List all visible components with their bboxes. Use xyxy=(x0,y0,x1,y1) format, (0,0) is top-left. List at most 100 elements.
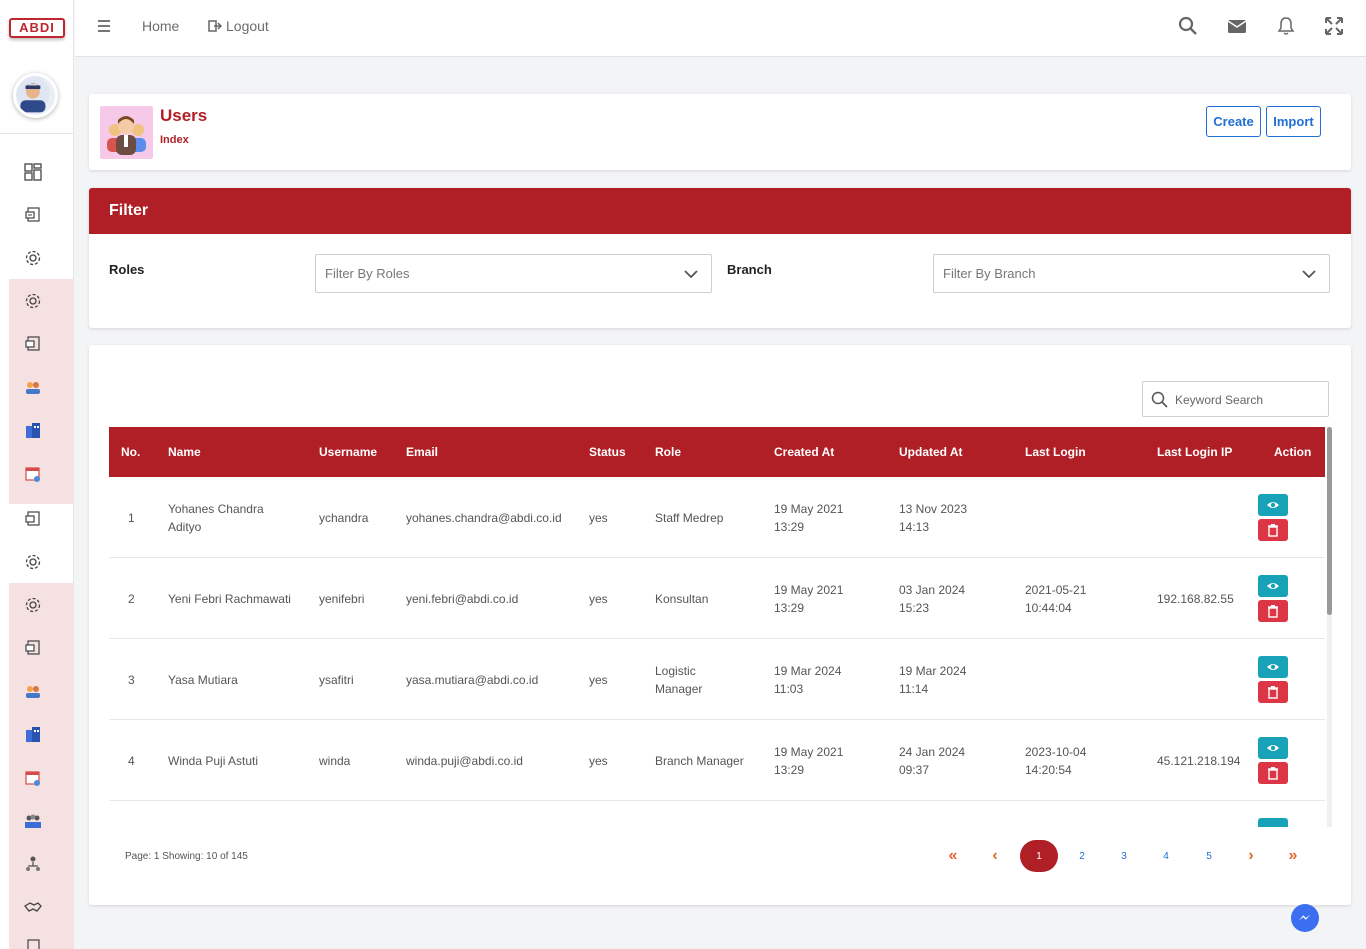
eye-icon xyxy=(1267,745,1279,751)
gear-icon[interactable] xyxy=(22,290,44,312)
page-button[interactable]: 3 xyxy=(1116,840,1132,872)
paging-info: Page: 1 Showing: 10 of 145 xyxy=(125,851,248,862)
updated-at: 19 Mar 2024 11:14 xyxy=(899,664,967,696)
table-row: 4 Winda Puji Astuti winda winda.puji@abd… xyxy=(109,720,1325,801)
calendar-icon[interactable] xyxy=(22,767,44,789)
column-header[interactable]: Name xyxy=(168,445,201,459)
logout-icon xyxy=(208,20,222,32)
document-icon[interactable] xyxy=(22,508,44,530)
user-username: yenifebri xyxy=(319,592,365,606)
trash-icon xyxy=(1268,686,1278,699)
prev-page-button[interactable]: ‹ xyxy=(986,840,1004,872)
gear-icon[interactable] xyxy=(22,247,44,269)
handshake-icon[interactable] xyxy=(22,896,44,918)
building-icon[interactable] xyxy=(22,419,44,441)
column-header[interactable]: Created At xyxy=(774,445,834,459)
bell-icon[interactable] xyxy=(1276,16,1296,36)
user-name: Winda Puji Astuti xyxy=(168,754,259,768)
user-role: Konsultan xyxy=(655,592,709,606)
org-icon[interactable] xyxy=(22,853,44,875)
created-at: 19 May 2021 13:29 xyxy=(774,502,844,534)
row-number: 2 xyxy=(128,592,135,606)
view-button[interactable] xyxy=(1258,818,1288,827)
mail-icon[interactable] xyxy=(1227,16,1247,36)
create-button[interactable]: Create xyxy=(1206,106,1261,137)
view-button[interactable] xyxy=(1258,494,1288,516)
user-username: ychandra xyxy=(319,511,369,525)
last-login-ip: 45.121.218.194 xyxy=(1157,754,1241,768)
last-page-button[interactable]: » xyxy=(1282,840,1304,872)
user-status: yes xyxy=(589,511,608,525)
building-icon[interactable] xyxy=(22,723,44,745)
page-button[interactable]: 2 xyxy=(1074,840,1090,872)
user-avatar[interactable] xyxy=(13,73,58,118)
view-button[interactable] xyxy=(1258,575,1288,597)
last-login: 2023-10-04 14:20:54 xyxy=(1025,745,1087,777)
gear-icon[interactable] xyxy=(22,551,44,573)
search-icon[interactable] xyxy=(1178,16,1198,36)
column-header: Action xyxy=(1274,445,1312,459)
import-button[interactable]: Import xyxy=(1266,106,1321,137)
user-email: winda.puji@abdi.co.id xyxy=(406,754,523,768)
delete-button[interactable] xyxy=(1258,600,1288,622)
next-page-button[interactable]: › xyxy=(1242,840,1260,872)
created-at: 19 May 2021 13:29 xyxy=(774,745,844,777)
user-status: yes xyxy=(589,673,608,687)
branch-select[interactable]: Filter By Branch xyxy=(933,254,1330,293)
dashboard-icon[interactable] xyxy=(22,161,44,183)
home-link[interactable]: Home xyxy=(142,18,179,34)
row-number: 4 xyxy=(128,754,135,768)
user-status: yes xyxy=(589,592,608,606)
column-header[interactable]: Last Login xyxy=(1025,445,1086,459)
page-button[interactable]: 5 xyxy=(1201,840,1217,872)
user-role: Branch Manager xyxy=(655,754,744,768)
fullscreen-icon[interactable] xyxy=(1324,16,1344,36)
delete-button[interactable] xyxy=(1258,762,1288,784)
trash-icon xyxy=(1268,524,1278,537)
sidebar-divider xyxy=(0,133,74,134)
chevron-down-icon xyxy=(1302,270,1316,279)
document-icon[interactable] xyxy=(22,936,44,949)
page-title: Users xyxy=(160,106,208,125)
table-row: 2 Yeni Febri Rachmawati yenifebri yeni.f… xyxy=(109,558,1325,639)
messenger-icon[interactable] xyxy=(1291,904,1319,932)
column-header[interactable]: Email xyxy=(406,445,438,459)
logout-label: Logout xyxy=(226,18,269,34)
updated-at: 13 Nov 2023 14:13 xyxy=(899,502,968,534)
user-username: ysafitri xyxy=(319,673,354,687)
updated-at: 24 Jan 2024 09:37 xyxy=(899,745,966,777)
page-button[interactable]: 4 xyxy=(1158,840,1174,872)
users-icon[interactable] xyxy=(22,376,44,398)
view-button[interactable] xyxy=(1258,656,1288,678)
brand-logo[interactable]: ABDI xyxy=(9,18,65,38)
delete-button[interactable] xyxy=(1258,519,1288,541)
view-button[interactable] xyxy=(1258,737,1288,759)
column-header[interactable]: Updated At xyxy=(899,445,963,459)
eye-icon xyxy=(1267,583,1279,589)
table-scrollbar[interactable] xyxy=(1327,427,1332,827)
team-icon[interactable] xyxy=(22,810,44,832)
column-header[interactable]: Username xyxy=(319,445,377,459)
document-icon[interactable] xyxy=(22,333,44,355)
user-status: yes xyxy=(589,754,608,768)
column-header[interactable]: Status xyxy=(589,445,626,459)
gear-icon[interactable] xyxy=(22,594,44,616)
calendar-icon[interactable] xyxy=(22,463,44,485)
user-email: yeni.febri@abdi.co.id xyxy=(406,592,519,606)
roles-select[interactable]: Filter By Roles xyxy=(315,254,712,293)
scrollbar-thumb[interactable] xyxy=(1327,427,1332,615)
delete-button[interactable] xyxy=(1258,681,1288,703)
first-page-button[interactable]: « xyxy=(942,840,964,872)
users-icon[interactable] xyxy=(22,680,44,702)
updated-at: 03 Jan 2024 15:23 xyxy=(899,583,966,615)
column-header[interactable]: Role xyxy=(655,445,681,459)
column-header[interactable]: Last Login IP xyxy=(1157,445,1232,459)
document-icon[interactable] xyxy=(22,204,44,226)
eye-icon xyxy=(1267,502,1279,508)
menu-icon[interactable] xyxy=(95,17,113,35)
logout-link[interactable]: Logout xyxy=(208,18,269,34)
document-icon[interactable] xyxy=(22,637,44,659)
column-header[interactable]: No. xyxy=(121,445,140,459)
keyword-search-input[interactable]: Keyword Search xyxy=(1142,381,1329,417)
page-button-current[interactable]: 1 xyxy=(1020,840,1058,872)
